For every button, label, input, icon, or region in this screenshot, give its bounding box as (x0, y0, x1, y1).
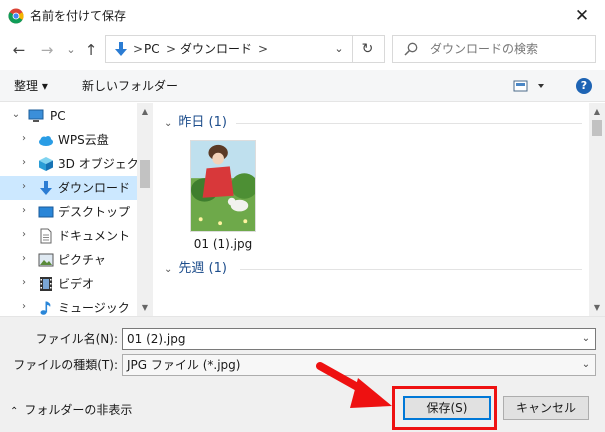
filename-field[interactable]: 01 (2).jpg ⌄ (122, 328, 596, 350)
navigation-pane: ⌄ PC › WPS云盘 › 3D オブジェクト › ダウンロード › デスクト… (0, 103, 153, 316)
group-header-last-week[interactable]: ⌄ 先週 (1) (164, 260, 227, 279)
chevron-down-icon[interactable]: ⌄ (577, 329, 595, 349)
sidebar-scroll-thumb[interactable] (140, 160, 150, 188)
sidebar-item-label: ドキュメント (58, 229, 131, 243)
chevron-down-icon: ⌄ (164, 118, 173, 129)
view-icon (513, 80, 544, 92)
sidebar-item-label: WPS云盘 (58, 133, 109, 147)
scroll-down-icon[interactable]: ▼ (137, 302, 153, 314)
group-header-yesterday[interactable]: ⌄ 昨日 (1) (164, 114, 227, 133)
back-button[interactable]: ← (10, 40, 28, 60)
filename-label: ファイル名(N): (35, 332, 118, 346)
scroll-down-icon[interactable]: ▼ (589, 302, 605, 314)
recent-locations-button[interactable]: ⌄ (62, 40, 80, 60)
window-title: 名前を付けて保存 (30, 9, 127, 23)
sidebar-item-3d-objects[interactable]: › 3D オブジェクト (0, 152, 151, 176)
forward-button[interactable]: → (38, 40, 56, 60)
document-icon (40, 228, 52, 244)
sidebar-item-label: ミュージック (58, 301, 130, 315)
sidebar-item-label: PC (50, 109, 66, 123)
group-divider (236, 123, 582, 124)
highlight-box (392, 386, 497, 430)
breadcrumb-separator: > (166, 42, 177, 56)
search-icon (404, 42, 418, 56)
group-label: 先週 (1) (178, 261, 227, 276)
breadcrumb-separator: > (258, 42, 269, 56)
chevron-right-icon[interactable]: › (18, 180, 30, 194)
scroll-up-icon[interactable]: ▲ (589, 106, 605, 118)
help-button[interactable]: ? (576, 78, 592, 94)
sidebar-item-documents[interactable]: › ドキュメント (0, 224, 137, 248)
cancel-button[interactable]: キャンセル (503, 396, 589, 420)
file-name-label[interactable]: 01 (1).jpg (180, 236, 266, 252)
chevron-down-icon: ⌄ (164, 264, 173, 275)
sidebar-item-label: ダウンロード (58, 181, 131, 195)
chevron-right-icon[interactable]: › (18, 228, 30, 242)
hide-folders-toggle[interactable]: ⌃ フォルダーの非表示 (10, 402, 132, 420)
sidebar-item-pictures[interactable]: › ピクチャ (0, 248, 137, 272)
group-label: 昨日 (1) (178, 115, 227, 130)
sidebar-item-music[interactable]: › ミュージック (0, 296, 137, 316)
filename-value: 01 (2).jpg (127, 332, 186, 346)
cube-icon (39, 157, 53, 171)
chevron-right-icon[interactable]: › (18, 132, 30, 146)
sidebar-item-downloads[interactable]: › ダウンロード (0, 176, 137, 200)
group-divider (240, 269, 582, 270)
view-options-button[interactable] (512, 77, 552, 95)
sidebar-item-pc[interactable]: ⌄ PC (0, 104, 137, 128)
up-button[interactable]: ↑ (82, 40, 100, 60)
sidebar-item-desktop[interactable]: › デスクトップ (0, 200, 137, 224)
address-dropdown-button[interactable]: ⌄ (329, 35, 349, 63)
close-button[interactable]: ✕ (566, 4, 598, 28)
sidebar-item-label: ビデオ (58, 277, 95, 291)
download-icon (115, 42, 127, 56)
chevron-right-icon[interactable]: › (18, 204, 30, 218)
music-icon (40, 301, 51, 315)
red-arrow-icon (316, 362, 392, 408)
breadcrumb-downloads[interactable]: ダウンロード (180, 41, 252, 57)
scroll-up-icon[interactable]: ▲ (137, 106, 153, 118)
organize-button[interactable]: 整理 ▾ (14, 77, 48, 95)
chevron-right-icon[interactable]: › (18, 276, 30, 290)
chevron-down-icon[interactable]: ⌄ (10, 108, 22, 122)
chevron-right-icon[interactable]: › (18, 156, 30, 170)
sidebar-item-label: ピクチャ (58, 253, 106, 267)
search-placeholder: ダウンロードの検索 (430, 42, 539, 56)
new-folder-button[interactable]: 新しいフォルダー (82, 77, 178, 95)
desktop-icon (38, 206, 54, 218)
download-icon (40, 181, 52, 195)
breadcrumb-pc[interactable]: PC (144, 41, 160, 57)
chevron-up-icon: ⌃ (10, 406, 19, 417)
pc-icon (28, 109, 44, 122)
filetype-label: ファイルの種類(T): (13, 358, 118, 372)
image-thumbnail[interactable] (190, 140, 256, 232)
content-scroll-thumb[interactable] (592, 120, 602, 136)
breadcrumb-separator: > (133, 42, 144, 56)
video-icon (40, 277, 52, 291)
cloud-icon (39, 136, 53, 146)
refresh-button[interactable]: ↻ (352, 35, 382, 63)
chevron-right-icon[interactable]: › (18, 300, 30, 314)
sidebar-item-label: デスクトップ (58, 205, 131, 219)
picture-icon (38, 253, 54, 267)
chrome-icon (8, 8, 24, 24)
sidebar-item-wps[interactable]: › WPS云盘 (0, 128, 137, 152)
sidebar-scrollbar[interactable] (137, 103, 153, 316)
chevron-right-icon[interactable]: › (18, 252, 30, 266)
hide-folders-label: フォルダーの非表示 (24, 403, 133, 417)
filetype-value: JPG ファイル (*.jpg) (127, 358, 241, 372)
sidebar-item-videos[interactable]: › ビデオ (0, 272, 137, 296)
chevron-down-icon[interactable]: ⌄ (577, 355, 595, 375)
